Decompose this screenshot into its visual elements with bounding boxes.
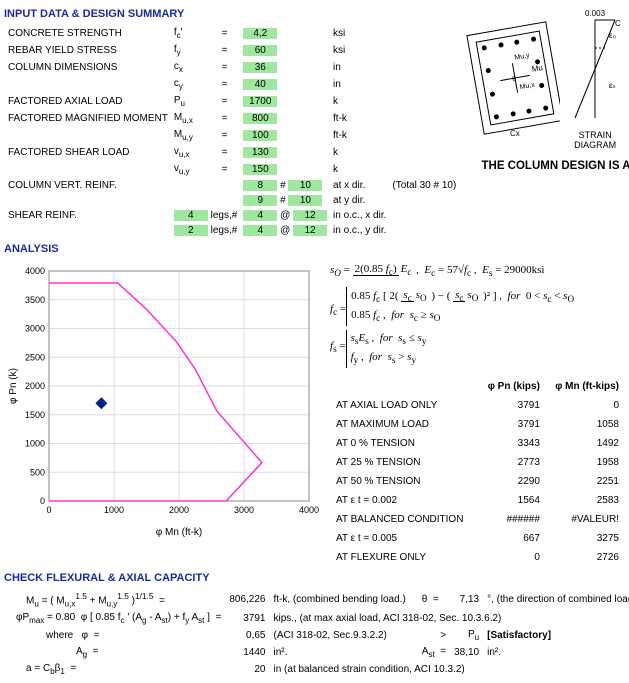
svg-text:3000: 3000 [25,324,45,334]
concrete-strength-label: CONCRETE STRENGTH [6,26,170,41]
strain-diagram-sketch: 0.003 ε₀ εₛ C [565,8,625,128]
svg-text:3000: 3000 [234,505,254,515]
svg-text:Mu: Mu [531,63,544,74]
mux-val: 800 [243,113,277,124]
pu-val: 1700 [243,96,277,107]
interaction-chart: 0 1000 2000 3000 4000 0 500 1000 1500 2000 2500 300… [4,261,324,541]
reinf-y-n: 9 [243,195,277,206]
vuy-val: 150 [243,164,277,175]
svg-text:1500: 1500 [25,410,45,420]
reinf-x-dir: at x dir. [331,179,388,192]
reinf-y-dir: at y dir. [331,194,388,207]
shear-reinf-label: SHEAR REINF. [6,209,170,222]
vux-val: 130 [243,147,277,158]
reinf-x-n: 8 [243,180,277,191]
column-section-sketch: Mu Mu,y Mu,x θ Cx Cy [460,8,560,138]
svg-text:2000: 2000 [25,381,45,391]
sym: cy [172,77,218,92]
svg-text:θ: θ [512,76,517,84]
svg-text:ε₀: ε₀ [609,31,616,40]
shear-label: FACTORED SHEAR LOAD [6,145,170,160]
total-bars: (Total 30 # 10) [390,179,458,192]
unit: ft-k [331,128,388,143]
moment-label: FACTORED MAGNIFIED MOMENT [6,111,170,126]
svg-text:4000: 4000 [25,266,45,276]
svg-text:Mu,y: Mu,y [514,52,531,62]
svg-text:4000: 4000 [299,505,319,515]
svg-text:1000: 1000 [25,439,45,449]
svg-text:εₛ: εₛ [609,81,616,90]
svg-text:0: 0 [40,496,45,506]
pm-table: φ Pn (kips)φ Mn (ft-kips) AT AXIAL LOAD … [330,376,625,568]
svg-text:3500: 3500 [25,295,45,305]
svg-text:1000: 1000 [104,505,124,515]
svg-text:2500: 2500 [25,352,45,362]
shear-x-n: 4 [243,210,277,221]
input-header: INPUT DATA & DESIGN SUMMARY [4,8,460,20]
muy-val: 100 [243,130,277,141]
fy-val: 60 [243,45,277,56]
unit: k [331,145,388,160]
sym: vu,y [172,162,218,177]
formula-block: sO = 2(0.85 fc)Ec , Ec = 57√fc , Es = 29… [324,261,625,568]
col-dim-label: COLUMN DIMENSIONS [6,60,170,75]
svg-text:0: 0 [46,505,51,515]
cy-val: 40 [243,79,277,90]
sym: Pu [172,94,218,109]
svg-text:500: 500 [30,467,45,477]
unit: ksi [331,26,388,41]
unit: k [331,94,388,109]
fc-val: 4,2 [243,28,277,39]
shear-y-n: 4 [243,225,277,236]
sym: vu,x [172,145,218,160]
shear-y-legs: 2 [174,225,208,236]
sym: fc' [172,26,218,41]
reinf-x-bar: 10 [288,180,322,191]
input-table: CONCRETE STRENGTH fc'= 4,2 ksi REBAR YIE… [4,24,460,239]
shear-x-dir: in o.c., x dir. [331,209,388,222]
axial-load-label: FACTORED AXIAL LOAD [6,94,170,109]
svg-text:C: C [615,19,621,28]
strain-diagram-label: STRAIN DIAGRAM [560,130,629,150]
design-adequate: THE COLUMN DESIGN IS ADEQUATE. [460,160,629,172]
sym: cx [172,60,218,75]
unit: k [331,162,388,177]
sym: Mu,y [172,128,218,143]
check-header: CHECK FLEXURAL & AXIAL CAPACITY [4,572,625,584]
shear-x-bar: 12 [293,210,327,221]
cx-val: 36 [243,62,277,73]
unit: in [331,60,388,75]
unit: ft-k [331,111,388,126]
svg-text:0.003: 0.003 [585,9,606,18]
sym: Mu,x [172,111,218,126]
svg-text:Cx: Cx [510,129,520,138]
sym: fy [172,43,218,58]
shear-x-legs: 4 [174,210,208,221]
shear-y-bar: 12 [293,225,327,236]
analysis-header: ANALYSIS [4,243,625,255]
shear-y-dir: in o.c., y dir. [331,224,388,237]
unit: ksi [331,43,388,58]
reinf-y-bar: 10 [288,195,322,206]
check-block: Mu = ( Mu,x1.5 + Mu,y1.5 )1/1.5 = 806,22… [4,588,629,679]
svg-text:Mu,x: Mu,x [519,82,536,92]
unit: in [331,77,388,92]
svg-text:φ Mn (ft-k): φ Mn (ft-k) [156,527,202,538]
svg-text:φ Pn (k): φ Pn (k) [8,368,19,404]
rebar-yield-label: REBAR YIELD STRESS [6,43,170,58]
reinf-label: COLUMN VERT. REINF. [6,179,170,192]
svg-text:2000: 2000 [169,505,189,515]
